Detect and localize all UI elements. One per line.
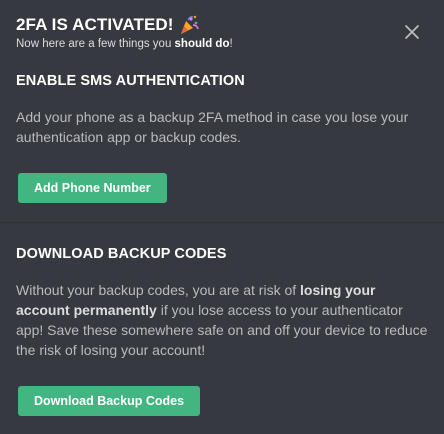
title-row: 2FA IS ACTIVATED! xyxy=(16,12,394,38)
close-button[interactable] xyxy=(400,22,424,46)
two-factor-activated-modal: 2FA IS ACTIVATED! Now here are a few thi… xyxy=(0,0,444,434)
backup-section-description: Without your backup codes, you are at ri… xyxy=(16,280,428,360)
sms-section-title: ENABLE SMS AUTHENTICATION xyxy=(16,73,245,89)
add-phone-number-button[interactable]: Add Phone Number xyxy=(18,173,167,203)
modal-title: 2FA IS ACTIVATED! xyxy=(16,15,174,34)
close-icon xyxy=(404,24,420,45)
subtitle-suffix: ! xyxy=(229,38,233,50)
backup-codes-section: DOWNLOAD BACKUP CODES Without your backu… xyxy=(16,246,428,416)
subtitle-prefix: Now here are a few things you xyxy=(16,38,175,50)
section-divider xyxy=(0,222,444,223)
backup-section-title: DOWNLOAD BACKUP CODES xyxy=(16,246,227,262)
download-backup-codes-button[interactable]: Download Backup Codes xyxy=(18,386,201,416)
sms-section-description: Add your phone as a backup 2FA method in… xyxy=(16,109,409,145)
modal-header: 2FA IS ACTIVATED! Now here are a few thi… xyxy=(16,12,394,50)
modal-subtitle: Now here are a few things you should do! xyxy=(16,38,394,50)
subtitle-emphasis: should do xyxy=(174,38,230,50)
backup-body-prefix: Without your backup codes, you are at ri… xyxy=(16,282,301,298)
sms-auth-section: ENABLE SMS AUTHENTICATION Add your phone… xyxy=(16,73,428,203)
party-popper-icon xyxy=(178,14,200,36)
